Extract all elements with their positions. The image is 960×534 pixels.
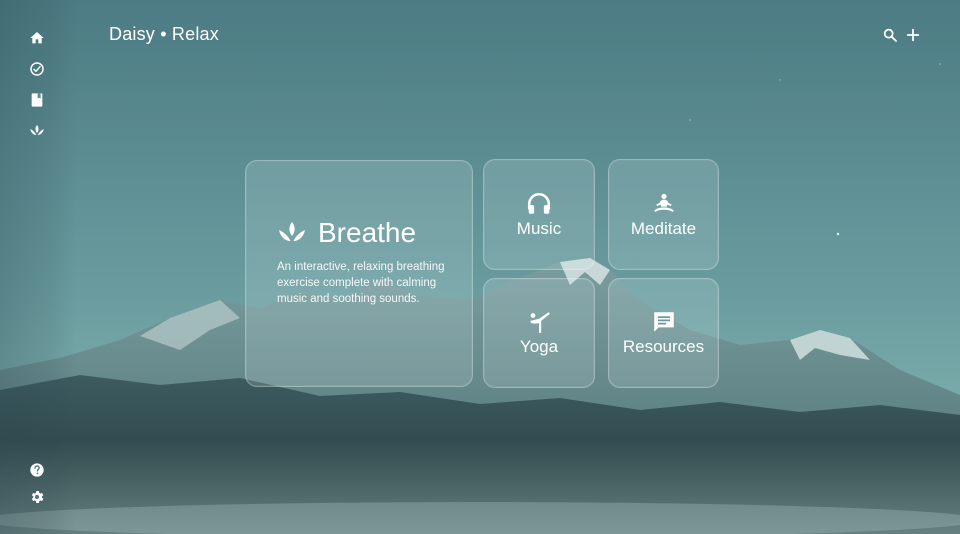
lotus-icon[interactable] xyxy=(29,123,45,139)
music-label: Music xyxy=(516,218,562,238)
home-icon[interactable] xyxy=(29,30,45,46)
sidebar xyxy=(0,0,76,534)
meditate-label: Meditate xyxy=(630,218,697,238)
gear-icon[interactable] xyxy=(29,489,45,505)
yoga-icon xyxy=(526,309,552,335)
breathe-description: An interactive, relaxing breathing exerc… xyxy=(277,261,445,305)
search-icon[interactable] xyxy=(882,27,898,43)
music-tile[interactable]: Music xyxy=(483,159,595,270)
meditation-icon xyxy=(651,191,677,217)
yoga-label: Yoga xyxy=(519,337,559,356)
add-icon[interactable] xyxy=(905,27,921,43)
yoga-tile[interactable]: Yoga xyxy=(483,278,595,388)
breathe-header: Breathe xyxy=(278,217,416,249)
resources-label: Resources xyxy=(622,337,705,356)
breathe-card[interactable]: Breathe An interactive, relaxing breathi… xyxy=(245,160,473,387)
breathe-title: Breathe xyxy=(318,217,417,248)
resources-tile[interactable]: Resources xyxy=(608,278,719,388)
journal-icon[interactable] xyxy=(29,92,45,108)
mountain-background xyxy=(0,0,960,534)
help-icon[interactable] xyxy=(29,462,45,478)
lotus-icon xyxy=(278,220,306,246)
app-title: Daisy • Relax xyxy=(109,24,219,44)
check-circle-icon[interactable] xyxy=(29,61,45,77)
meditate-tile[interactable]: Meditate xyxy=(608,159,719,270)
chat-icon xyxy=(651,309,677,335)
headphones-icon xyxy=(526,191,552,217)
